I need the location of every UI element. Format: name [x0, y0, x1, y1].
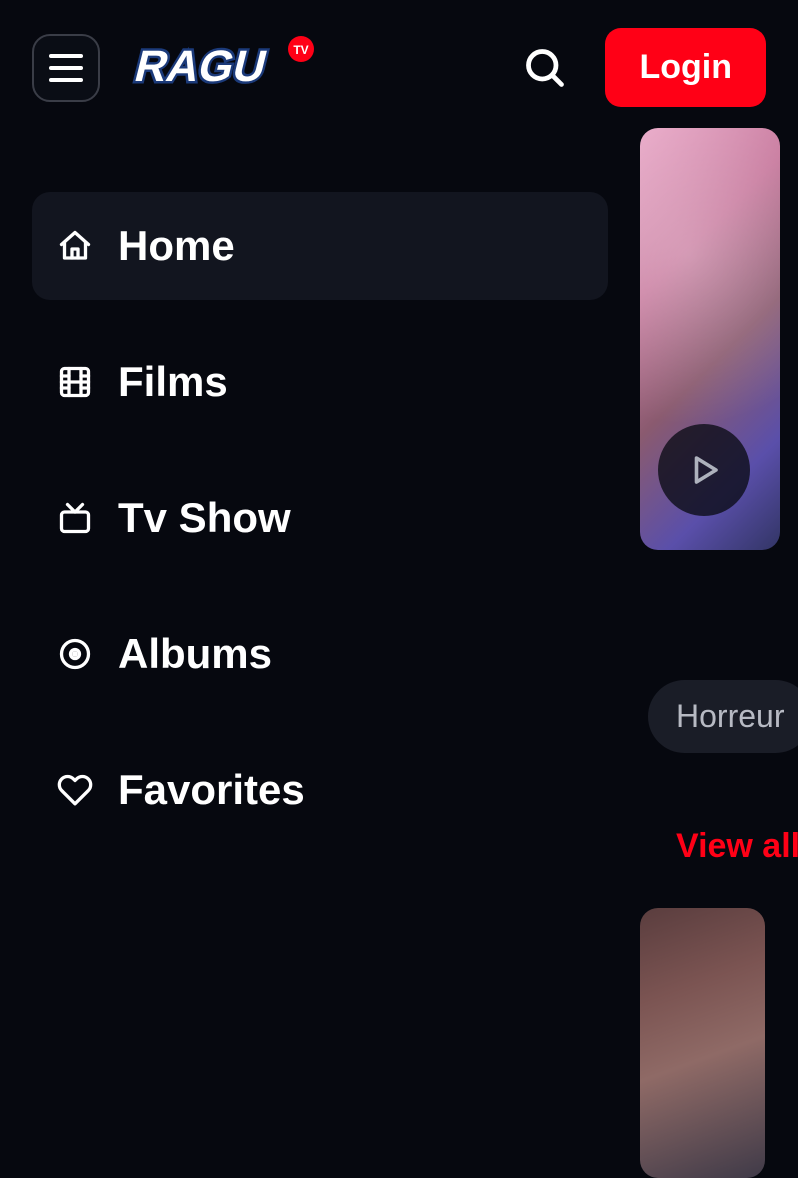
header: RAGU TV Login	[0, 0, 798, 135]
heart-icon	[56, 771, 94, 809]
film-icon	[56, 363, 94, 401]
sidebar-item-home[interactable]: Home	[32, 192, 608, 300]
logo[interactable]: RAGU TV	[118, 35, 316, 101]
sidebar-item-label: Films	[118, 358, 228, 406]
thumbnail-card[interactable]	[640, 908, 765, 1178]
disc-icon	[56, 635, 94, 673]
sidebar-item-label: Tv Show	[118, 494, 291, 542]
play-button[interactable]	[658, 424, 750, 516]
hamburger-icon	[49, 54, 83, 82]
search-button[interactable]	[517, 40, 573, 96]
sidebar: Home Films Tv Show	[0, 128, 640, 1106]
logo-badge-text: TV	[293, 43, 308, 57]
menu-button[interactable]	[32, 34, 100, 102]
tv-icon	[56, 499, 94, 537]
hero-card[interactable]	[640, 128, 780, 550]
sidebar-item-label: Home	[118, 222, 235, 270]
login-button[interactable]: Login	[605, 28, 766, 107]
content-area: Horreur View all	[640, 128, 798, 1106]
view-all-link[interactable]: View all	[676, 827, 798, 866]
home-icon	[56, 227, 94, 265]
sidebar-item-label: Albums	[118, 630, 272, 678]
sidebar-item-films[interactable]: Films	[32, 328, 608, 436]
sidebar-item-tvshow[interactable]: Tv Show	[32, 464, 608, 572]
sidebar-item-favorites[interactable]: Favorites	[32, 736, 608, 844]
search-icon	[523, 46, 567, 90]
logo-text: RAGU	[130, 42, 272, 90]
sidebar-item-albums[interactable]: Albums	[32, 600, 608, 708]
view-all-row: View all	[640, 827, 798, 866]
category-chip-horreur[interactable]: Horreur	[648, 680, 798, 753]
category-chip-row: Horreur	[640, 680, 798, 753]
sidebar-item-label: Favorites	[118, 766, 305, 814]
play-icon	[686, 452, 722, 488]
